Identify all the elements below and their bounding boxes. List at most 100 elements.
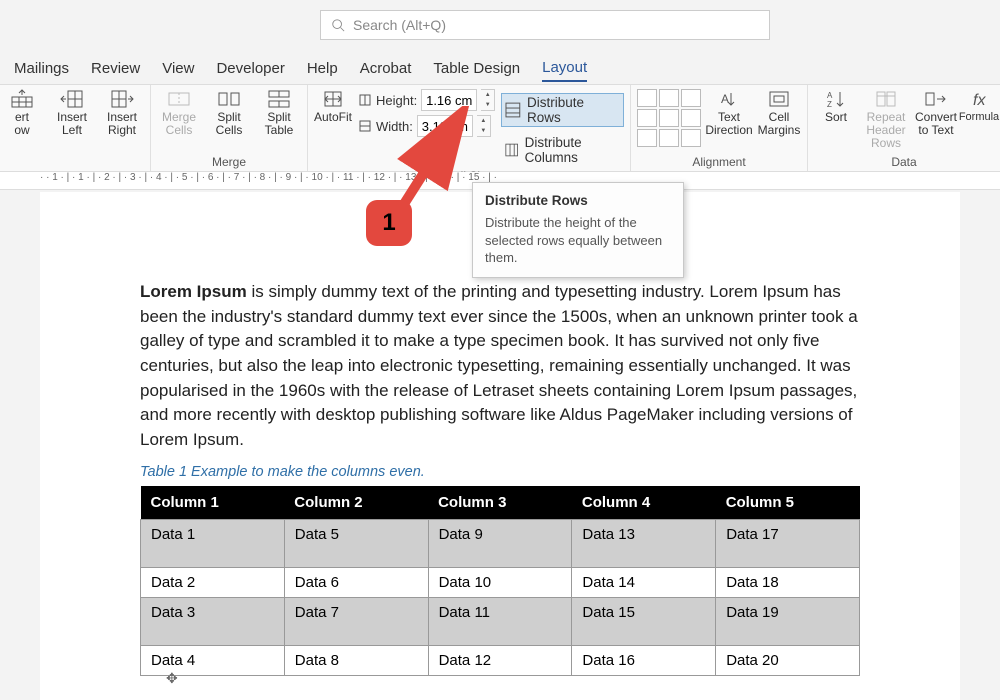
table-cell[interactable]: Data 15	[572, 598, 716, 646]
table-cell[interactable]: Data 18	[716, 568, 860, 598]
align-tl[interactable]	[637, 89, 657, 107]
table-cell[interactable]: Data 1	[141, 520, 285, 568]
align-mc[interactable]	[659, 109, 679, 127]
insert-left-button[interactable]: Insert Left	[50, 89, 94, 137]
table-cell[interactable]: Data 10	[428, 568, 572, 598]
group-label-data: Data	[814, 153, 994, 169]
split-table-button[interactable]: Split Table	[257, 89, 301, 137]
height-icon	[358, 93, 372, 107]
svg-text:Z: Z	[827, 100, 832, 109]
table-cell[interactable]: Data 20	[716, 646, 860, 676]
insert-left-icon	[60, 89, 84, 109]
table-cell[interactable]: Data 7	[284, 598, 428, 646]
tab-layout[interactable]: Layout	[542, 59, 587, 82]
tab-mailings[interactable]: Mailings	[14, 60, 69, 81]
align-tc[interactable]	[659, 89, 679, 107]
tooltip: Distribute Rows Distribute the height of…	[472, 182, 684, 278]
split-cells-button[interactable]: Split Cells	[207, 89, 251, 137]
group-label-alignment: Alignment	[637, 153, 801, 169]
distribute-rows-icon	[505, 102, 521, 118]
ribbon-tabs: Mailings Review View Developer Help Acrobat Ta…	[0, 56, 1000, 84]
search-input[interactable]: Search (Alt+Q)	[320, 10, 770, 40]
height-spinner[interactable]: ▲▼	[481, 89, 495, 111]
height-input[interactable]	[421, 89, 477, 111]
table-cell[interactable]: Data 8	[284, 646, 428, 676]
merge-cells-button: Merge Cells	[157, 89, 201, 137]
group-label-rows	[0, 153, 144, 169]
table-cell[interactable]: Data 3	[141, 598, 285, 646]
table-cell[interactable]: Data 19	[716, 598, 860, 646]
tab-review[interactable]: Review	[91, 60, 140, 81]
table-cell[interactable]: Data 9	[428, 520, 572, 568]
align-tr[interactable]	[681, 89, 701, 107]
height-label: Height:	[376, 93, 417, 108]
table-row[interactable]: Data 1Data 5Data 9Data 13Data 17	[141, 520, 860, 568]
split-cells-icon	[217, 89, 241, 109]
tab-view[interactable]: View	[162, 60, 194, 81]
align-bl[interactable]	[637, 129, 657, 147]
table-cell[interactable]: Data 12	[428, 646, 572, 676]
table-header[interactable]: Column 1	[141, 486, 285, 520]
table-cell[interactable]: Data 4	[141, 646, 285, 676]
table-cell[interactable]: Data 2	[141, 568, 285, 598]
formula-button[interactable]: fx Formula	[964, 89, 994, 123]
table-cell[interactable]: Data 13	[572, 520, 716, 568]
width-label: Width:	[376, 119, 413, 134]
table-caption[interactable]: Table 1 Example to make the columns even…	[140, 464, 860, 480]
text-direction-button[interactable]: A Text Direction	[707, 89, 751, 137]
table-row[interactable]: Data 4Data 8Data 12Data 16Data 20	[141, 646, 860, 676]
tab-developer[interactable]: Developer	[216, 60, 284, 81]
text-direction-icon: A	[717, 89, 741, 109]
distribute-rows-button[interactable]: Distribute Rows	[501, 93, 624, 127]
repeat-header-button: Repeat Header Rows	[864, 89, 908, 151]
align-mr[interactable]	[681, 109, 701, 127]
split-table-icon	[267, 89, 291, 109]
align-bc[interactable]	[659, 129, 679, 147]
table-cell[interactable]: Data 16	[572, 646, 716, 676]
table-header[interactable]: Column 3	[428, 486, 572, 520]
table-header[interactable]: Column 2	[284, 486, 428, 520]
autofit-button[interactable]: AutoFit	[314, 89, 352, 124]
merge-cells-icon	[167, 89, 191, 109]
table-anchor-icon[interactable]: ✥	[166, 670, 178, 687]
sort-button[interactable]: AZ Sort	[814, 89, 858, 124]
width-input[interactable]	[417, 115, 473, 137]
repeat-header-icon	[874, 89, 898, 109]
convert-to-text-button[interactable]: Convert to Text	[914, 89, 958, 137]
alignment-grid[interactable]	[637, 89, 701, 147]
svg-text:A: A	[721, 92, 729, 106]
table-cell[interactable]: Data 17	[716, 520, 860, 568]
callout-badge: 1	[366, 200, 412, 246]
align-br[interactable]	[681, 129, 701, 147]
tooltip-title: Distribute Rows	[485, 193, 671, 208]
autofit-icon	[321, 89, 345, 109]
distribute-columns-button[interactable]: Distribute Columns	[501, 133, 624, 167]
formula-icon: fx	[967, 89, 991, 109]
table-header[interactable]: Column 4	[572, 486, 716, 520]
ribbon: ert ow Insert Left Insert Right Merge Ce…	[0, 84, 1000, 172]
cell-margins-icon	[767, 89, 791, 109]
group-label-merge: Merge	[157, 153, 301, 169]
svg-text:fx: fx	[973, 92, 986, 109]
tab-acrobat[interactable]: Acrobat	[360, 60, 412, 81]
distribute-columns-icon	[505, 142, 518, 158]
table-cell[interactable]: Data 11	[428, 598, 572, 646]
insert-right-button[interactable]: Insert Right	[100, 89, 144, 137]
insert-above-button[interactable]: ert ow	[0, 89, 44, 137]
width-spinner[interactable]: ▲▼	[477, 115, 491, 137]
tab-help[interactable]: Help	[307, 60, 338, 81]
align-ml[interactable]	[637, 109, 657, 127]
table-cell[interactable]: Data 6	[284, 568, 428, 598]
tab-table-design[interactable]: Table Design	[433, 60, 520, 81]
cell-margins-button[interactable]: Cell Margins	[757, 89, 801, 137]
data-table[interactable]: Column 1Column 2Column 3Column 4Column 5…	[140, 486, 860, 676]
insert-right-icon	[110, 89, 134, 109]
table-row[interactable]: Data 3Data 7Data 11Data 15Data 19	[141, 598, 860, 646]
sort-icon: AZ	[824, 89, 848, 109]
body-paragraph[interactable]: Lorem Ipsum is simply dummy text of the …	[140, 280, 860, 452]
table-header[interactable]: Column 5	[716, 486, 860, 520]
table-cell[interactable]: Data 5	[284, 520, 428, 568]
table-cell[interactable]: Data 14	[572, 568, 716, 598]
table-row[interactable]: Data 2Data 6Data 10Data 14Data 18	[141, 568, 860, 598]
svg-text:A: A	[827, 91, 833, 100]
